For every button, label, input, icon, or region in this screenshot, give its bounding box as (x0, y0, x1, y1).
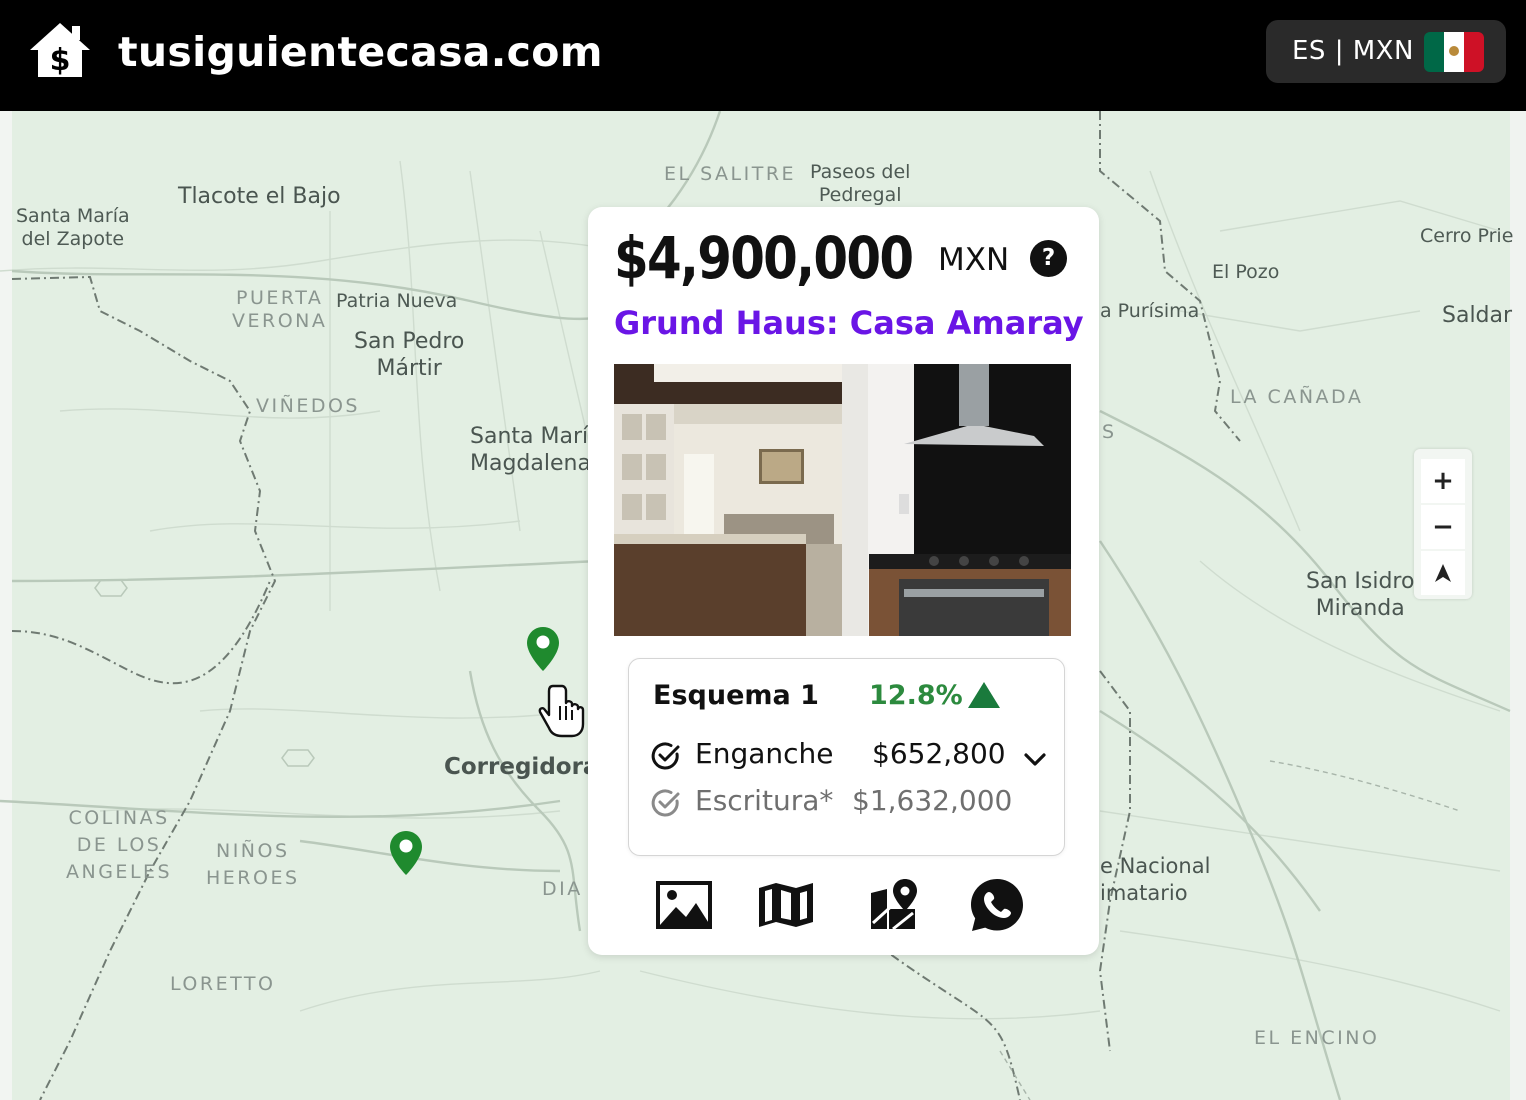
map-zoom-controls: + − (1414, 449, 1472, 599)
reset-north-button[interactable] (1421, 551, 1465, 595)
check-circle-icon[interactable] (651, 741, 681, 771)
escritura-label: Escritura* (695, 784, 834, 817)
map-label-ninos-heroes: NIÑOS HEROES (206, 840, 300, 889)
map-label-el-pozo: El Pozo (1212, 261, 1280, 283)
map-label-loretto: LORETTO (170, 973, 276, 995)
compass-arrow-icon (1435, 564, 1451, 582)
whatsapp-icon (971, 879, 1023, 931)
gallery-button[interactable] (654, 875, 714, 935)
map-label-el-encino: EL ENCINO (1254, 1027, 1380, 1049)
whatsapp-button[interactable] (967, 875, 1027, 935)
map-label-saldarriaga: Saldar (1442, 303, 1513, 328)
map-label-cerro-prieto: Cerro Prie (1420, 225, 1514, 247)
map-label-tlacote-el-bajo: Tlacote el Bajo (178, 184, 341, 209)
property-name-link[interactable]: Grund Haus: Casa Amaray (614, 303, 1084, 343)
map-label-el-salitre: EL SALITRE (664, 163, 797, 185)
map-label-vinedos: VIÑEDOS (256, 395, 360, 417)
map-label-puerta-verona: PUERTA VERONA (232, 287, 328, 332)
language-currency-label: ES | MXN (1292, 36, 1414, 66)
trend-up-triangle-icon (968, 682, 1000, 708)
top-bar: $ tusiguientecasa.com ES | MXN (0, 0, 1526, 111)
map-label-santa-maria-magdalena: Santa María Magdalena (470, 424, 602, 476)
map-label-paseos-del-pedregal: Paseos del Pedregal (810, 161, 911, 206)
enganche-label: Enganche (695, 737, 834, 770)
map-label-colinas-de-los-angeles: COLINAS DE LOS ANGELES (66, 807, 173, 883)
house-dollar-logo-icon[interactable]: $ (28, 20, 92, 80)
check-circle-icon[interactable] (651, 788, 681, 818)
property-price: $4,900,000 (614, 224, 914, 292)
map-icon (759, 883, 813, 927)
map-label-la-canada: LA CAÑADA (1230, 386, 1364, 408)
location-map-button[interactable] (864, 875, 924, 935)
chevron-down-icon[interactable] (1021, 745, 1049, 773)
mexico-flag-icon (1424, 32, 1484, 72)
language-currency-selector[interactable]: ES | MXN (1266, 20, 1506, 83)
map-marker-icon (527, 627, 559, 671)
property-popup-card: $4,900,000 MXN ? Grund Haus: Casa Amaray (588, 207, 1099, 955)
svg-text:$: $ (50, 43, 71, 78)
map-label-partial-s: S (1102, 421, 1117, 443)
financing-scheme-panel: Esquema 1 12.8% Enganche $652,800 Escrit… (628, 658, 1065, 856)
site-title[interactable]: tusiguientecasa.com (118, 24, 603, 80)
property-marker-pin[interactable] (526, 626, 560, 672)
zoom-out-button[interactable]: − (1421, 505, 1465, 549)
property-marker-pin[interactable] (389, 830, 423, 876)
property-photo[interactable] (614, 364, 1071, 636)
map-marker-icon (390, 831, 422, 875)
map-label-santa-maria-del-zapote: Santa María del Zapote (16, 205, 130, 250)
scheme-title: Esquema 1 (653, 680, 819, 711)
price-currency: MXN (938, 242, 1010, 278)
help-icon[interactable]: ? (1030, 240, 1067, 277)
map-label-corregidora: Corregidora (444, 754, 599, 780)
location-map-icon (871, 879, 917, 931)
enganche-value: $652,800 (872, 737, 1006, 770)
map-label-parque-nacional: e Nacional imatario (1100, 854, 1211, 905)
map-label-san-isidro-miranda: San Isidro Miranda (1306, 569, 1415, 621)
map-label-san-pedro-martir: San Pedro Mártir (354, 329, 465, 381)
scheme-rate: 12.8% (869, 680, 963, 711)
escritura-value: $1,632,000 (852, 784, 1013, 817)
map-label-la-purisima: a Purísima (1100, 300, 1200, 322)
gallery-icon (656, 881, 712, 929)
map-label-patria-nueva: Patria Nueva (336, 290, 458, 312)
map-button[interactable] (756, 875, 816, 935)
map-label-dia: DIA (542, 878, 583, 900)
zoom-in-button[interactable]: + (1421, 459, 1465, 503)
hand-pointer-cursor-icon (536, 682, 588, 740)
